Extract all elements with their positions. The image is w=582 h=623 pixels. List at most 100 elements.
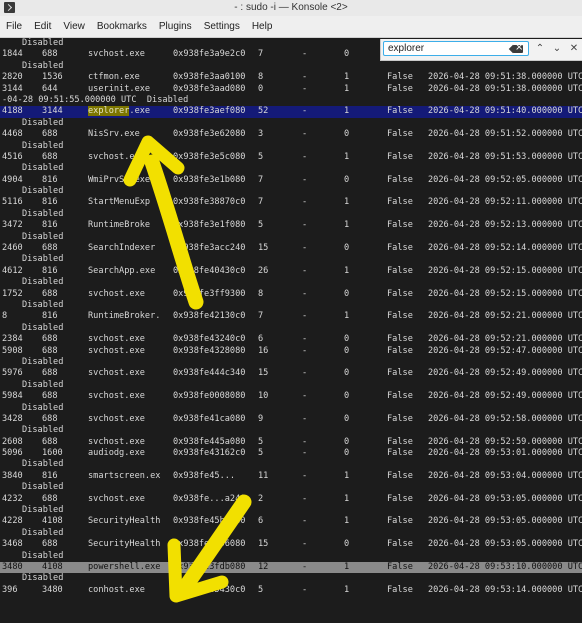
addr-cell: 0x938fe3e1f080: [173, 220, 246, 231]
addr-cell: 0x938fe43240c0: [173, 334, 246, 345]
menu-file[interactable]: File: [0, 21, 28, 32]
time-cell: 2026-04-28 09:52:49.000000 UTC: [428, 368, 582, 379]
pid-cell: 2460: [2, 243, 23, 254]
search-input[interactable]: explorer: [383, 41, 529, 56]
name-cell: RuntimeBroker.: [88, 311, 161, 322]
time-cell: 2026-04-28 09:51:52.000000 UTC: [428, 129, 582, 140]
thr-cell: 2: [258, 493, 264, 504]
menu-view[interactable]: View: [57, 21, 91, 32]
sess-cell: 1: [344, 561, 350, 572]
pid-cell: 3468: [2, 539, 23, 550]
wow-cell: False: [387, 368, 413, 379]
search-next-icon[interactable]: ⌄: [550, 41, 564, 57]
addr-cell: 0x938fe3a56080: [173, 539, 246, 550]
addr-cell: 0x938fe45bf080: [173, 516, 246, 527]
menu-edit[interactable]: Edit: [28, 21, 57, 32]
ppid-cell: 688: [42, 539, 58, 550]
hnd-cell: -: [302, 129, 308, 140]
hnd-cell: -: [302, 448, 308, 459]
menu-plugins[interactable]: Plugins: [153, 21, 198, 32]
ppid-cell: 1536: [42, 72, 63, 83]
sess-cell: 0: [344, 345, 350, 356]
status-continuation-line: Disabled: [0, 277, 582, 288]
sess-cell: 0: [344, 448, 350, 459]
time-cell: 2026-04-28 09:53:05.000000 UTC: [428, 493, 582, 504]
time-cell: 2026-04-28 09:52:58.000000 UTC: [428, 413, 582, 424]
thr-cell: 7: [258, 197, 264, 208]
line-text: Disabled: [22, 299, 64, 310]
pid-cell: 2608: [2, 436, 23, 447]
ppid-cell: 816: [42, 265, 58, 276]
search-previous-icon[interactable]: ⌃: [533, 41, 547, 57]
addr-cell: 0x938fe38870c0: [173, 197, 246, 208]
wow-cell: False: [387, 288, 413, 299]
terminal-output[interactable]: Disabled 1844 688 svchost.exe 0x938fe3a9e2c0…: [0, 38, 582, 623]
hnd-cell: -: [302, 288, 308, 299]
addr-cell: 0x938fe4328080: [173, 345, 246, 356]
pid-cell: 8: [2, 311, 8, 322]
wow-cell: False: [387, 197, 413, 208]
wow-cell: False: [387, 220, 413, 231]
status-continuation-line: Disabled: [0, 163, 582, 174]
menu-settings[interactable]: Settings: [198, 21, 246, 32]
ppid-cell: 1600: [42, 448, 63, 459]
ppid-cell: 688: [42, 345, 58, 356]
line-text: Disabled: [22, 379, 64, 390]
ppid-cell: 688: [42, 368, 58, 379]
addr-cell: 0x938fe3e62080: [173, 129, 246, 140]
menu-help[interactable]: Help: [246, 21, 279, 32]
sess-cell: 0: [344, 334, 350, 345]
status-continuation-line: Disabled: [0, 232, 582, 243]
ppid-cell: 816: [42, 311, 58, 322]
ppid-cell: 688: [42, 391, 58, 402]
wow-cell: False: [387, 243, 413, 254]
line-text: Disabled: [22, 505, 64, 516]
addr-cell: 0x938fe3fdb080: [173, 561, 246, 572]
process-row: 4228 4108 SecurityHealth 0x938fe45bf080 6 - 1 F…: [0, 516, 582, 527]
wow-cell: False: [387, 539, 413, 550]
menu-bookmarks[interactable]: Bookmarks: [91, 21, 153, 32]
sess-cell: 1: [344, 584, 350, 595]
search-bar: explorer ⌃ ⌄ ✕: [380, 39, 582, 61]
line-text: Disabled: [22, 573, 64, 584]
hnd-cell: -: [302, 470, 308, 481]
addr-cell: 0x938fe42130c0: [173, 311, 246, 322]
name-cell: RuntimeBroke: [88, 220, 151, 231]
name-cell: SecurityHealth: [88, 539, 161, 550]
wow-cell: False: [387, 470, 413, 481]
thr-cell: 8: [258, 288, 264, 299]
time-cell: 2026-04-28 09:52:15.000000 UTC: [428, 265, 582, 276]
name-cell: svchost.exe: [88, 493, 145, 504]
addr-cell: 0x938fe3aef080: [173, 106, 246, 117]
ppid-cell: 816: [42, 470, 58, 481]
line-text: Disabled: [22, 402, 64, 413]
pid-cell: 4612: [2, 265, 23, 276]
close-search-icon[interactable]: ✕: [567, 41, 581, 57]
process-row: 5976 688 svchost.exe 0x938fe444c340 15 - 0 Fals…: [0, 368, 582, 379]
name-cell: StartMenuExp: [88, 197, 151, 208]
process-row: 2820 1536 ctfmon.exe 0x938fe3aa0100 8 - 1 False…: [0, 72, 582, 83]
time-cell: 2026-04-28 09:52:15.000000 UTC: [428, 288, 582, 299]
name-cell: userinit.exe: [88, 83, 151, 94]
line-text: Disabled: [22, 550, 64, 561]
process-name-rest: .exe: [129, 106, 151, 117]
ppid-cell: 688: [42, 49, 58, 60]
sess-cell: 0: [344, 413, 350, 424]
ppid-cell: 688: [42, 436, 58, 447]
process-row: 4516 688 svchost.exe 0x938fe3e5c080 5 - 1 False…: [0, 152, 582, 163]
hnd-cell: -: [302, 368, 308, 379]
name-cell: SecurityHealth: [88, 516, 161, 527]
addr-cell: 0x938fe3e1b080: [173, 174, 246, 185]
name-cell: svchost.exe: [88, 413, 145, 424]
time-cell: 2026-04-28 09:52:13.000000 UTC: [428, 220, 582, 231]
window-titlebar: - : sudo -i — Konsole <2>: [0, 0, 582, 16]
wow-cell: False: [387, 334, 413, 345]
line-text: Disabled: [22, 117, 64, 128]
process-name-cell: explorer.exe: [88, 106, 150, 117]
clear-search-icon[interactable]: [513, 42, 523, 53]
line-text: Disabled: [22, 356, 64, 367]
name-cell: ctfmon.exe: [88, 72, 140, 83]
sess-cell: 1: [344, 516, 350, 527]
hnd-cell: -: [302, 265, 308, 276]
wow-cell: False: [387, 83, 413, 94]
